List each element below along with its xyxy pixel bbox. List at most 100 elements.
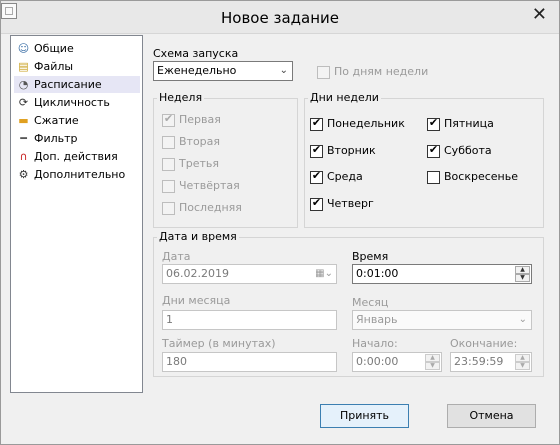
title-bar: Новое задание ✕ [1,1,559,34]
date-picker[interactable]: 06.02.2019 ▦⌄ [162,264,337,284]
checkbox-box [162,180,175,193]
sidebar-item-7[interactable]: ⚙ Дополнительно [14,166,140,183]
spin-up-icon[interactable]: ▲ [515,266,530,274]
timer-label: Таймер (в минутах) [162,337,276,350]
magnet-icon: ∩ [19,150,28,163]
checkmark-icon: ✔ [163,112,174,125]
week-checkbox-3-label: Четвёртая [179,179,240,192]
weekdays-group: Дни недели ✔ Понедельник ✔ Вторник ✔ Среда ✔ Че… [304,91,544,228]
by-weekdays-checkbox[interactable]: По дням недели [317,64,428,80]
spin-up-icon[interactable]: ▲ [425,354,440,362]
week-checkbox-3[interactable]: Четвёртая [162,178,240,194]
sidebar-item-1[interactable]: ▤ Файлы [14,58,140,75]
checkbox-box: ✔ [427,116,440,131]
weekdays-group-title: Дни недели [308,91,381,104]
week-group-title: Неделя [157,91,205,104]
week-checkbox-0[interactable]: ✔ Первая [162,112,221,128]
start-label: Начало: [352,337,398,350]
spin-down-icon[interactable]: ▼ [515,362,530,370]
weekday-checkbox-6[interactable]: Воскресенье [427,169,518,185]
checkmark-icon: ✔ [428,142,439,156]
spin-down-icon[interactable]: ▼ [515,274,530,282]
weekday-checkbox-5-label: Суббота [444,143,492,157]
month-value: Январь [356,313,398,326]
checkbox-box [427,171,440,184]
weekday-checkbox-0-label: Понедельник [327,117,405,130]
checkbox-box: ✔ [162,112,175,127]
spin-up-icon[interactable]: ▲ [515,354,530,362]
weekday-checkbox-3[interactable]: ✔ Четверг [310,196,374,212]
checkbox-box: ✔ [310,196,323,211]
checkbox-box [317,66,330,79]
schedule-select-value: Еженедельно [157,64,237,77]
weekday-checkbox-2[interactable]: ✔ Среда [310,169,363,185]
sidebar-nav: ☺ Общие ▤ Файлы ◔ Расписание ⟳ Цикличность ▬ Сжат… [10,35,143,393]
weekday-checkbox-3-label: Четверг [327,196,374,210]
week-checkbox-4-label: Последняя [179,201,242,214]
files-icon: ▤ [18,60,29,73]
end-label: Окончание: [450,337,518,350]
sidebar-item-5[interactable]: ━ Фильтр [14,130,140,147]
compress-icon: ▬ [18,114,29,127]
time-input[interactable]: 0:01:00 ▲ ▼ [352,264,532,284]
sidebar-item-6[interactable]: ∩ Доп. действия [14,148,140,165]
checkbox-box [162,158,175,171]
sidebar-item-0[interactable]: ☺ Общие [14,40,140,57]
time-value: 0:01:00 [356,267,399,280]
schedule-select[interactable]: Еженедельно ⌄ [153,61,293,81]
sidebar-item-4[interactable]: ▬ Сжатие [14,112,140,129]
month-days-input[interactable]: 1 [162,310,337,330]
close-icon[interactable]: ✕ [532,6,547,24]
window-title: Новое задание [221,9,339,27]
checkbox-box: ✔ [310,143,323,158]
sidebar-item-label: Фильтр [34,132,78,145]
checkbox-box: ✔ [310,169,323,184]
checkbox-box: ✔ [310,116,323,131]
spin-down-icon[interactable]: ▼ [425,362,440,370]
cancel-button[interactable]: Отмена [447,404,536,428]
start-spinner[interactable]: ▲ ▼ [425,354,440,370]
weekday-checkbox-1[interactable]: ✔ Вторник [310,143,376,159]
calendar-dropdown-icon: ▦⌄ [315,268,333,279]
weekday-checkbox-4-label: Пятница [444,117,494,130]
weekday-checkbox-4[interactable]: ✔ Пятница [427,116,494,132]
user-icon: ☺ [17,42,30,55]
end-value: 23:59:59 [454,355,504,368]
sidebar-item-label: Доп. действия [34,150,118,163]
sidebar-item-2[interactable]: ◔ Расписание [14,76,140,93]
weekday-checkbox-1-label: Вторник [327,143,376,157]
sidebar-item-label: Сжатие [34,114,79,127]
start-value: 0:00:00 [356,355,399,368]
sidebar-item-3[interactable]: ⟳ Цикличность [14,94,140,111]
weekday-checkbox-2-label: Среда [327,170,363,183]
timer-input[interactable]: 180 [162,352,337,372]
month-select[interactable]: Январь ⌄ [352,310,532,330]
schedule-label: Схема запуска [153,47,239,60]
sidebar-item-label: Общие [34,42,74,55]
checkmark-icon: ✔ [311,116,322,129]
checkbox-box [162,136,175,149]
checkbox-box [162,202,175,215]
month-days-label: Дни месяца [162,294,231,307]
filter-icon: ━ [20,132,27,145]
week-checkbox-4[interactable]: Последняя [162,200,242,216]
time-label: Время [352,250,389,263]
sidebar-item-label: Дополнительно [34,168,126,181]
time-spinner[interactable]: ▲ ▼ [515,266,530,282]
checkbox-box: ✔ [427,142,440,158]
weekday-checkbox-0[interactable]: ✔ Понедельник [310,116,405,132]
week-checkbox-1[interactable]: Вторая [162,134,220,150]
week-group: Неделя ✔ Первая Вторая Третья Четвёртая После… [153,91,298,228]
checkmark-icon: ✔ [311,169,322,182]
month-days-value: 1 [166,313,173,326]
end-time-input[interactable]: 23:59:59 ▲ ▼ [450,352,532,372]
start-time-input[interactable]: 0:00:00 ▲ ▼ [352,352,442,372]
weekday-checkbox-6-label: Воскресенье [444,170,518,183]
weekday-checkbox-5[interactable]: ✔ Суббота [427,143,492,159]
week-checkbox-2[interactable]: Третья [162,156,219,172]
date-value: 06.02.2019 [166,267,229,280]
sidebar-item-label: Цикличность [34,96,110,109]
checkmark-icon: ✔ [428,116,439,129]
accept-button[interactable]: Принять [320,404,409,428]
end-spinner[interactable]: ▲ ▼ [515,354,530,370]
